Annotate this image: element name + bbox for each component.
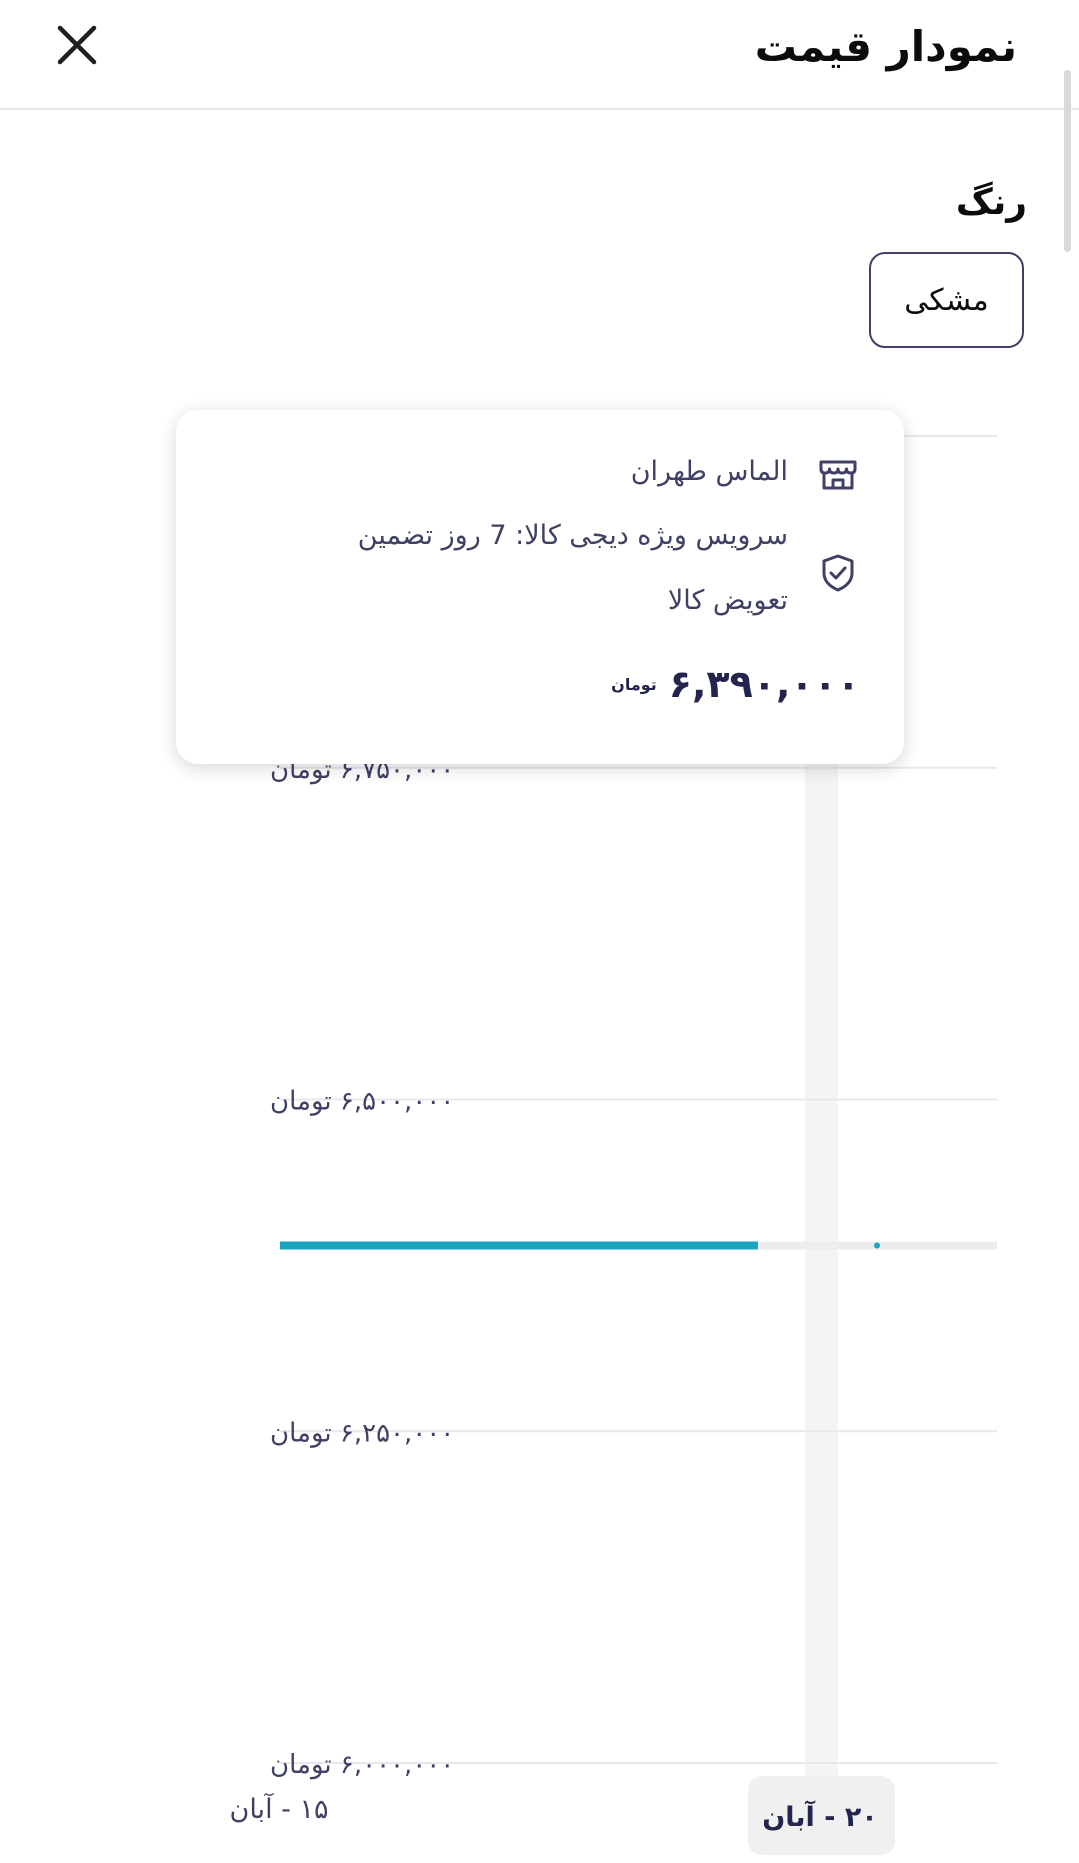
x-tick-label[interactable]: ۲۰ - آبان [762, 1800, 878, 1833]
x-axis-labels: ۱۵ - آبان ۲۰ - آبان [230, 1776, 895, 1855]
price-chart: ۶,۰۰۰,۰۰۰ تومان ۶,۲۵۰,۰۰۰ تومان ۶,۵۰۰,۰۰۰ … [230, 423, 997, 1855]
price-tooltip: الماس طهران سرویس ویژه دیجی کالا: 7 روز … [176, 410, 904, 764]
series-point [874, 1242, 880, 1249]
price-value: ۶,۳۹۰,۰۰۰ [668, 662, 860, 706]
warranty-line-2: تعویض کالا [667, 585, 788, 616]
price-series [280, 1241, 997, 1250]
shield-check-icon [822, 554, 854, 592]
y-tick-label: ۶,۵۰۰,۰۰۰ تومان [270, 1087, 454, 1117]
store-icon [819, 460, 857, 490]
seller-name: الماس طهران [630, 456, 788, 487]
x-tick-label[interactable]: ۱۵ - آبان [230, 1793, 329, 1825]
selected-date-band [805, 763, 838, 1781]
y-tick-label: ۶,۰۰۰,۰۰۰ تومان [270, 1750, 454, 1780]
price-unit: تومان [611, 674, 657, 694]
price-block: ۶,۳۹۰,۰۰۰ تومان [611, 662, 860, 706]
warranty-line-1: سرویس ویژه دیجی کالا: 7 روز تضمین [357, 520, 788, 551]
y-tick-label: ۶,۲۵۰,۰۰۰ تومان [270, 1418, 454, 1448]
